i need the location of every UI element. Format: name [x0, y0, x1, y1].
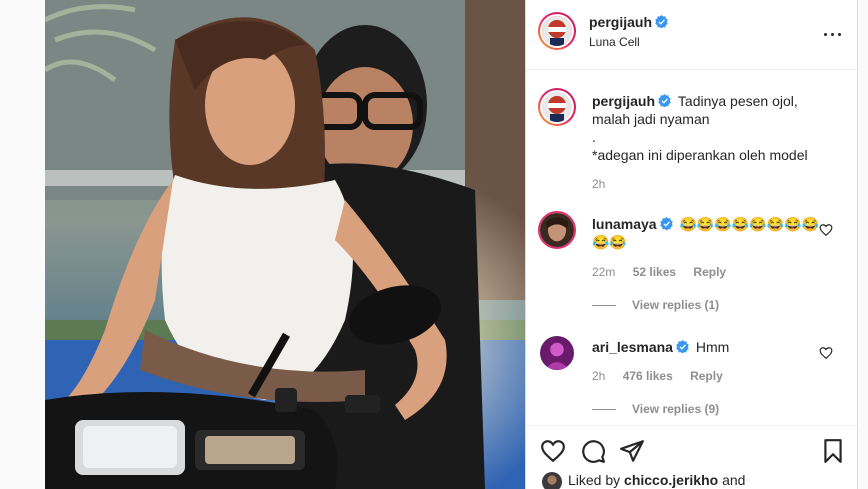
comments-section[interactable]: pergijauh Tadinya pesen ojol, malah jadi…	[526, 70, 857, 425]
reply-button[interactable]: Reply	[693, 265, 726, 279]
view-replies-label: View replies (1)	[632, 298, 720, 312]
post-photo-image	[45, 0, 525, 489]
caption-author-avatar[interactable]	[538, 88, 576, 126]
verified-badge-icon	[659, 217, 673, 230]
comment-time[interactable]: 2h	[592, 369, 605, 383]
caption-line-1: Tadinya pesen ojol,	[677, 93, 798, 109]
verified-badge-icon	[655, 15, 668, 28]
comment-meta: 2h 476 likes Reply	[592, 369, 723, 383]
verified-badge-icon	[658, 94, 671, 107]
bookmark-icon[interactable]	[820, 438, 846, 464]
view-replies-button[interactable]: View replies (1)	[592, 297, 792, 313]
paper-plane-icon[interactable]	[619, 438, 645, 464]
comment-username[interactable]: ari_lesmana	[592, 339, 673, 355]
post-panel: pergijauh Luna Cell pergijauh Tadinya pe…	[525, 0, 858, 489]
view-replies-button[interactable]: View replies (9)	[592, 401, 792, 417]
caption-line-4: *adegan ini diperankan oleh model	[592, 147, 808, 163]
comment-avatar-lunamaya[interactable]	[538, 211, 576, 249]
author-username[interactable]: pergijauh	[589, 14, 652, 30]
more-options-icon[interactable]	[823, 25, 843, 45]
comment-lunamaya: lunamaya 😂😂😂😂😂😂😂😂😂😂	[592, 215, 822, 251]
comment-avatar-ari-lesmana[interactable]	[540, 336, 574, 370]
heart-icon[interactable]	[540, 438, 566, 464]
comment-avatar-image	[540, 213, 574, 247]
comment-ari-lesmana: ari_lesmana Hmm	[592, 338, 822, 356]
post-header: pergijauh Luna Cell	[526, 0, 857, 70]
reply-button[interactable]: Reply	[690, 369, 723, 383]
liked-by-avatar[interactable]	[542, 472, 562, 489]
caption-username[interactable]: pergijauh	[592, 93, 655, 109]
liked-by-text: Liked by chicco.jerikho and	[568, 472, 745, 488]
post-photo[interactable]	[45, 0, 525, 489]
caption-time[interactable]: 2h	[592, 177, 605, 191]
caption-line-2: malah jadi nyaman	[592, 111, 710, 127]
liked-by-prefix: Liked by	[568, 472, 621, 488]
comment-meta: 22m 52 likes Reply	[592, 265, 726, 279]
verified-badge-icon	[676, 340, 689, 353]
caption-avatar-image	[542, 92, 572, 122]
liked-by-username[interactable]: chicco.jerikho	[624, 472, 718, 488]
comment-icon[interactable]	[580, 438, 606, 464]
action-bar: Liked by chicco.jerikho and	[526, 425, 857, 489]
author-avatar[interactable]	[538, 12, 576, 50]
caption: pergijauh Tadinya pesen ojol, malah jadi…	[592, 92, 842, 164]
caption-line-3: .	[592, 129, 596, 145]
liked-by-suffix: and	[722, 472, 746, 488]
comment-avatar-image	[540, 336, 574, 370]
author-avatar-image	[542, 16, 572, 46]
comment-time[interactable]: 22m	[592, 265, 615, 279]
comment-username[interactable]: lunamaya	[592, 216, 657, 232]
comment-likes[interactable]: 52 likes	[633, 265, 676, 279]
comment-likes[interactable]: 476 likes	[623, 369, 673, 383]
comment-like-heart-icon[interactable]	[819, 223, 833, 237]
liked-by-avatar-image	[542, 472, 562, 489]
post-location[interactable]: Luna Cell	[589, 35, 640, 49]
view-replies-label: View replies (9)	[632, 402, 720, 416]
comment-text: Hmm	[695, 339, 730, 355]
comment-like-heart-icon[interactable]	[819, 346, 833, 360]
